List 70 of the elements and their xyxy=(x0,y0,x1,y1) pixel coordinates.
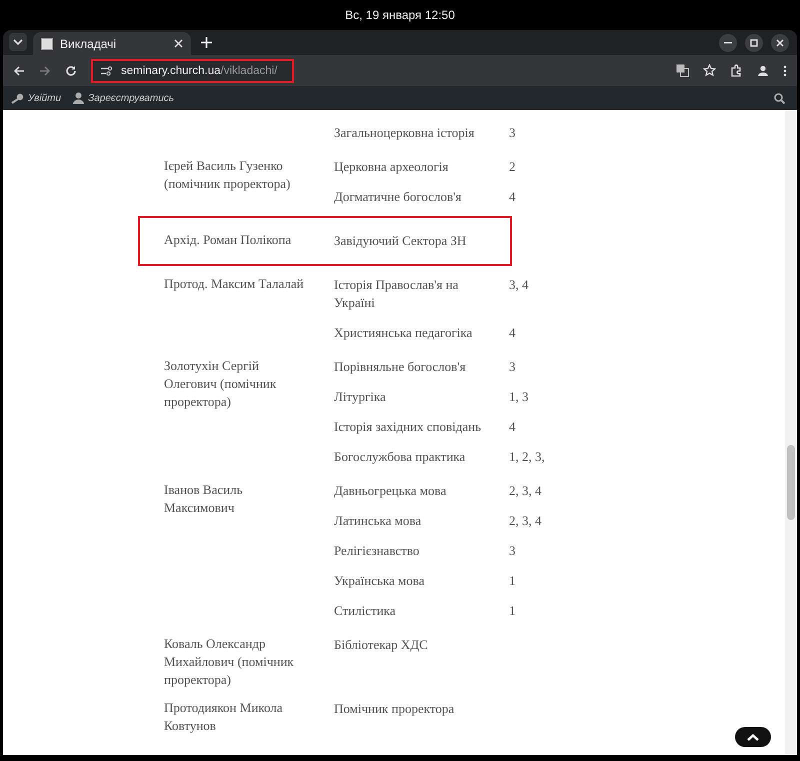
minimize-icon xyxy=(724,42,732,44)
subject-name: Стилістика xyxy=(334,602,397,620)
maximize-button[interactable] xyxy=(745,34,763,52)
scrollbar[interactable] xyxy=(785,110,797,755)
site-settings-icon[interactable] xyxy=(101,66,113,76)
subject-name: Порівняльне богослов'я xyxy=(334,358,467,376)
subject-name: Літургіка xyxy=(334,388,387,406)
course-years: 4 xyxy=(509,188,516,206)
course-years: 3 xyxy=(509,358,516,376)
subject-name: Церковна археологія xyxy=(334,158,450,176)
subject-name: Історія Православ'я на Україні xyxy=(334,276,460,312)
tab-title: Викладачі xyxy=(60,36,118,50)
subject-name: Релігієзнавство xyxy=(334,542,420,560)
browser-tab[interactable]: Викладачі xyxy=(33,32,191,55)
subject-name: Завідуючий Сектора ЗН xyxy=(334,232,468,250)
subject-name: Богослужбова практика xyxy=(334,448,466,466)
scroll-top-button[interactable] xyxy=(735,727,771,747)
minimize-button[interactable] xyxy=(719,34,737,52)
subject-name: Давньогрецька мова xyxy=(334,482,448,500)
back-icon[interactable] xyxy=(13,64,25,76)
search-icon[interactable] xyxy=(774,92,785,104)
course-years: 2, 3, 4 xyxy=(509,512,542,530)
teacher-name: Золотухін Сергій Олегович (помічник проректора) xyxy=(164,357,278,411)
course-years: 2 xyxy=(509,158,516,176)
course-years: 3 xyxy=(509,124,516,142)
admin-link[interactable]: Зареєструватись xyxy=(73,92,174,104)
chevron-up-icon xyxy=(747,734,759,740)
teacher-name: Ієрей Василь Гузенко (помічник проректора) xyxy=(164,157,292,193)
subject-name: Помічник проректора xyxy=(334,700,456,718)
course-years: 1, 3 xyxy=(509,388,528,406)
teacher-name: Архід. Роман Полікопа xyxy=(164,231,292,249)
chevron-down-icon xyxy=(13,39,23,45)
tab-list-button[interactable] xyxy=(9,33,27,51)
course-years: 1 xyxy=(509,572,516,590)
subject-name: Історія західних сповідань xyxy=(334,418,482,436)
star-icon[interactable] xyxy=(703,64,716,77)
subject-name: Християнська педагогіка xyxy=(334,324,474,342)
subject-name: Бібліотекар ХДС xyxy=(334,636,429,654)
maximize-icon xyxy=(750,39,758,47)
teacher-name: Коваль Олександр Михайлович (помічник проректора) xyxy=(164,635,295,689)
teacher-name: Іванов Василь Максимович xyxy=(164,481,244,517)
menu-icon[interactable] xyxy=(783,64,787,76)
close-icon[interactable] xyxy=(174,39,183,48)
reload-icon[interactable] xyxy=(65,64,77,76)
course-years: 2, 3, 4 xyxy=(509,482,542,500)
puzzle-icon[interactable] xyxy=(730,64,743,77)
admin-link[interactable]: Увійти xyxy=(11,92,62,104)
page-icon xyxy=(41,38,53,50)
subject-name: Латинська мова xyxy=(334,512,422,530)
course-years: 3, 4 xyxy=(509,276,528,294)
course-years: 1 xyxy=(509,602,516,620)
course-years: 3 xyxy=(509,542,516,560)
new-tab-icon[interactable] xyxy=(201,37,212,48)
close-button[interactable] xyxy=(771,34,789,52)
key-icon xyxy=(11,92,24,104)
profile-icon[interactable] xyxy=(757,64,769,76)
subject-name: Догматичне богослов'я xyxy=(334,188,462,206)
forward-icon[interactable] xyxy=(39,64,51,76)
course-years: 1, 2, 3, xyxy=(509,448,545,466)
subject-name: Загальноцерковна історія xyxy=(334,124,476,142)
address-bar[interactable]: seminary.church.ua/vikladachi/ xyxy=(91,58,294,82)
translate-icon[interactable] xyxy=(676,64,689,77)
close-icon xyxy=(776,39,784,47)
course-years: 4 xyxy=(509,324,516,342)
course-years: 4 xyxy=(509,418,516,436)
user-icon xyxy=(73,92,84,104)
clock: Вс, 19 января 12:50 xyxy=(345,8,455,22)
teacher-name: Протод. Максим Талалай xyxy=(164,275,305,293)
teacher-name: Протодиякон Микола Ковтунов xyxy=(164,699,284,735)
subject-name: Українська мова xyxy=(334,572,426,590)
